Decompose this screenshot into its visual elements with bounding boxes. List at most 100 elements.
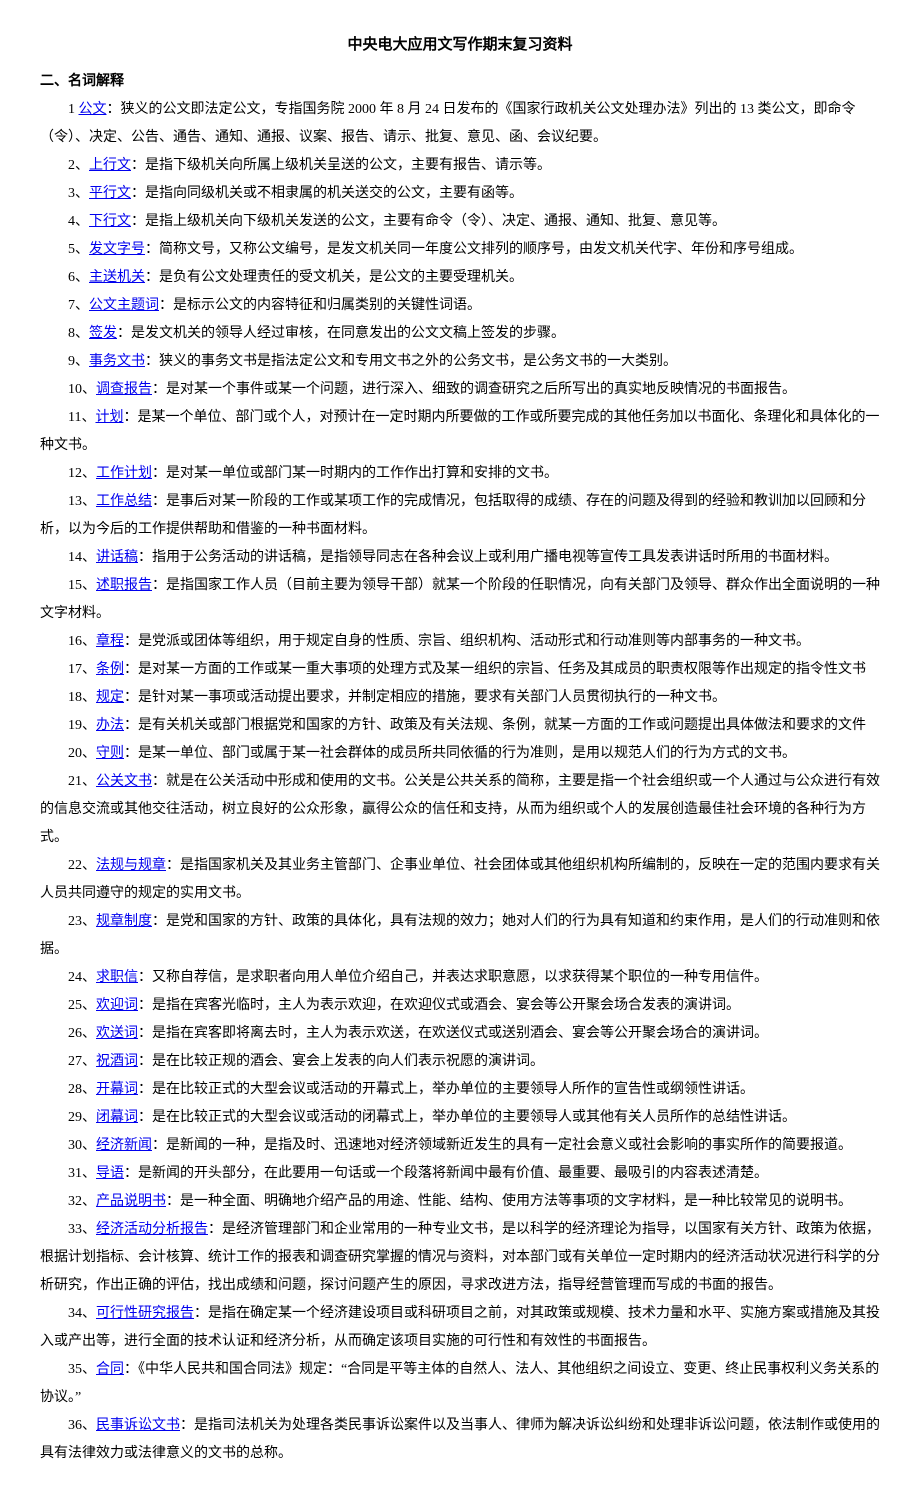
entry-number: 10 xyxy=(68,382,82,397)
definition-entry: 32、产品说明书：是一种全面、明确地介绍产品的用途、性能、结构、使用方法等事项的… xyxy=(40,1188,880,1216)
definition-text: ：是新闻的一种，是指及时、迅速地对经济领域新近发生的具有一定社会意义或社会影响的… xyxy=(152,1138,852,1153)
entry-separator: 、 xyxy=(82,690,96,705)
term-link[interactable]: 条例 xyxy=(96,662,124,677)
term-link[interactable]: 公关文书 xyxy=(96,774,152,789)
term-link[interactable]: 公文 xyxy=(79,102,107,117)
term-link[interactable]: 上行文 xyxy=(89,158,131,173)
term-link[interactable]: 公文主题词 xyxy=(89,298,159,313)
term-link[interactable]: 规定 xyxy=(96,690,124,705)
definition-entry: 26、欢送词：是指在宾客即将离去时，主人为表示欢送，在欢送仪式或送别酒会、宴会等… xyxy=(40,1020,880,1048)
term-link[interactable]: 办法 xyxy=(96,718,124,733)
entry-separator: 、 xyxy=(75,326,89,341)
entry-number: 18 xyxy=(68,690,82,705)
term-link[interactable]: 法规与规章 xyxy=(96,858,166,873)
entry-separator: 、 xyxy=(75,270,89,285)
term-link[interactable]: 工作计划 xyxy=(96,466,152,481)
definition-entry: 4、下行文：是指上级机关向下级机关发送的公文，主要有命令（令）、决定、通报、通知… xyxy=(40,208,880,236)
term-link[interactable]: 调查报告 xyxy=(96,382,152,397)
entry-number: 22 xyxy=(68,858,82,873)
entry-number: 9 xyxy=(68,354,75,369)
definition-text: ：是事后对某一阶段的工作或某项工作的完成情况，包括取得的成绩、存在的问题及得到的… xyxy=(40,494,866,537)
term-link[interactable]: 可行性研究报告 xyxy=(96,1306,194,1321)
entry-separator: 、 xyxy=(82,858,96,873)
entry-separator: 、 xyxy=(75,158,89,173)
entry-separator: 、 xyxy=(82,1026,96,1041)
term-link[interactable]: 讲话稿 xyxy=(96,550,138,565)
term-link[interactable]: 祝酒词 xyxy=(96,1054,138,1069)
definition-entry: 20、守则：是某一单位、部门或属于某一社会群体的成员所共同依循的行为准则，是用以… xyxy=(40,740,880,768)
entry-number: 12 xyxy=(68,466,82,481)
entry-number: 27 xyxy=(68,1054,82,1069)
definition-text: ：又称自荐信，是求职者向用人单位介绍自己，并表达求职意愿，以求获得某个职位的一种… xyxy=(138,970,768,985)
definition-text: ：是有关机关或部门根据党和国家的方针、政策及有关法规、条例，就某一方面的工作或问… xyxy=(124,718,866,733)
definition-entry: 8、签发：是发文机关的领导人经过审核，在同意发出的公文文稿上签发的步骤。 xyxy=(40,320,880,348)
definition-entry: 19、办法：是有关机关或部门根据党和国家的方针、政策及有关法规、条例，就某一方面… xyxy=(40,712,880,740)
entry-separator: 、 xyxy=(82,1222,96,1237)
term-link[interactable]: 导语 xyxy=(96,1166,124,1181)
entry-number: 35 xyxy=(68,1362,82,1377)
term-link[interactable]: 民事诉讼文书 xyxy=(96,1418,180,1433)
definition-text: ：是在比较正式的大型会议或活动的闭幕式上，举办单位的主要领导人或其他有关人员所作… xyxy=(138,1110,796,1125)
definition-text: ：是对某一方面的工作或某一重大事项的处理方式及某一组织的宗旨、任务及其成员的职责… xyxy=(124,662,866,677)
term-link[interactable]: 守则 xyxy=(96,746,124,761)
term-link[interactable]: 经济活动分析报告 xyxy=(96,1222,208,1237)
term-link[interactable]: 合同 xyxy=(96,1362,124,1377)
term-link[interactable]: 经济新闻 xyxy=(96,1138,152,1153)
definition-text: ：是标示公文的内容特征和归属类别的关键性词语。 xyxy=(159,298,481,313)
definition-text: ：是某一单位、部门或属于某一社会群体的成员所共同依循的行为准则，是用以规范人们的… xyxy=(124,746,796,761)
definition-text: ：是一种全面、明确地介绍产品的用途、性能、结构、使用方法等事项的文字材料，是一种… xyxy=(166,1194,852,1209)
entry-separator: 、 xyxy=(82,746,96,761)
entry-number: 33 xyxy=(68,1222,82,1237)
entry-number: 21 xyxy=(68,774,82,789)
definition-entry: 10、调查报告：是对某一个事件或某一个问题，进行深入、细致的调查研究之后所写出的… xyxy=(40,376,880,404)
entry-number: 7 xyxy=(68,298,75,313)
term-link[interactable]: 产品说明书 xyxy=(96,1194,166,1209)
definition-entry: 2、上行文：是指下级机关向所属上级机关呈送的公文，主要有报告、请示等。 xyxy=(40,152,880,180)
entry-number: 32 xyxy=(68,1194,82,1209)
entry-separator: 、 xyxy=(75,214,89,229)
definition-entry: 24、求职信：又称自荐信，是求职者向用人单位介绍自己，并表达求职意愿，以求获得某… xyxy=(40,964,880,992)
term-link[interactable]: 主送机关 xyxy=(89,270,145,285)
definition-text: ：是指上级机关向下级机关发送的公文，主要有命令（令）、决定、通报、通知、批复、意… xyxy=(131,214,726,229)
term-link[interactable]: 发文字号 xyxy=(89,242,145,257)
term-link[interactable]: 下行文 xyxy=(89,214,131,229)
term-link[interactable]: 章程 xyxy=(96,634,124,649)
definition-text: ：简称文号，又称公文编号，是发文机关同一年度公文排列的顺序号，由发文机关代字、年… xyxy=(145,242,803,257)
definition-entry: 16、章程：是党派或团体等组织，用于规定自身的性质、宗旨、组织机构、活动形式和行… xyxy=(40,628,880,656)
entry-separator: 、 xyxy=(82,1082,96,1097)
definition-text: ：是负有公文处理责任的受文机关，是公文的主要受理机关。 xyxy=(145,270,523,285)
entry-separator: 、 xyxy=(82,1166,96,1181)
term-link[interactable]: 计划 xyxy=(95,410,123,425)
definition-text: ：是针对某一事项或活动提出要求，并制定相应的措施，要求有关部门人员贯彻执行的一种… xyxy=(124,690,726,705)
term-link[interactable]: 欢送词 xyxy=(96,1026,138,1041)
definition-text: ：狭义的事务文书是指法定公文和专用文书之外的公务文书，是公务文书的一大类别。 xyxy=(145,354,677,369)
entry-number: 30 xyxy=(68,1138,82,1153)
entry-separator: 、 xyxy=(82,1054,96,1069)
term-link[interactable]: 签发 xyxy=(89,326,117,341)
term-link[interactable]: 规章制度 xyxy=(96,914,152,929)
term-link[interactable]: 开幕词 xyxy=(96,1082,138,1097)
entry-number: 20 xyxy=(68,746,82,761)
entry-number: 15 xyxy=(68,578,82,593)
definition-entry: 13、工作总结：是事后对某一阶段的工作或某项工作的完成情况，包括取得的成绩、存在… xyxy=(40,488,880,544)
term-link[interactable]: 述职报告 xyxy=(96,578,152,593)
entry-separator: 、 xyxy=(82,466,96,481)
definition-text: ：是指在宾客光临时，主人为表示欢迎，在欢迎仪式或酒会、宴会等公开聚会场合发表的演… xyxy=(138,998,740,1013)
definition-entry: 3、平行文：是指向同级机关或不相隶属的机关送交的公文，主要有函等。 xyxy=(40,180,880,208)
entry-separator: 、 xyxy=(82,382,96,397)
definition-entry: 29、闭幕词：是在比较正式的大型会议或活动的闭幕式上，举办单位的主要领导人或其他… xyxy=(40,1104,880,1132)
term-link[interactable]: 求职信 xyxy=(96,970,138,985)
term-link[interactable]: 工作总结 xyxy=(96,494,152,509)
definition-entry: 30、经济新闻：是新闻的一种，是指及时、迅速地对经济领域新近发生的具有一定社会意… xyxy=(40,1132,880,1160)
term-link[interactable]: 闭幕词 xyxy=(96,1110,138,1125)
entry-separator: 、 xyxy=(82,662,96,677)
entry-number: 23 xyxy=(68,914,82,929)
term-link[interactable]: 事务文书 xyxy=(89,354,145,369)
term-link[interactable]: 平行文 xyxy=(89,186,131,201)
definition-entry: 17、条例：是对某一方面的工作或某一重大事项的处理方式及某一组织的宗旨、任务及其… xyxy=(40,656,880,684)
definition-text: ：是对某一个事件或某一个问题，进行深入、细致的调查研究之后所写出的真实地反映情况… xyxy=(152,382,796,397)
entry-separator: 、 xyxy=(82,914,96,929)
term-link[interactable]: 欢迎词 xyxy=(96,998,138,1013)
entry-number: 5 xyxy=(68,242,75,257)
definition-entry: 18、规定：是针对某一事项或活动提出要求，并制定相应的措施，要求有关部门人员贯彻… xyxy=(40,684,880,712)
